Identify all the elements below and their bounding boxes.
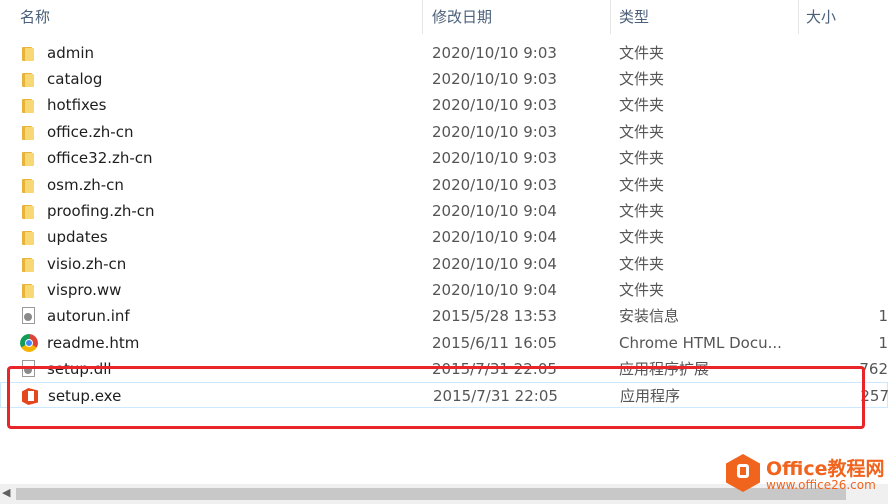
file-date: 2015/5/28 13:53 — [432, 307, 557, 325]
folder-icon — [20, 123, 38, 141]
folder-icon — [20, 202, 38, 220]
file-date: 2020/10/10 9:03 — [432, 149, 557, 167]
file-type: 文件夹 — [619, 202, 665, 220]
column-header-type[interactable]: 类型 — [619, 0, 649, 34]
file-row[interactable]: office32.zh-cn 2020/10/10 9:03 文件夹 — [0, 145, 888, 171]
file-name: catalog — [47, 70, 103, 88]
column-header-name[interactable]: 名称 — [20, 0, 50, 34]
folder-icon — [20, 228, 38, 246]
folder-icon — [20, 149, 38, 167]
file-type: 安装信息 — [619, 307, 680, 325]
red-annotation-box — [7, 366, 865, 429]
office-logo-mark — [737, 464, 749, 478]
column-header-size[interactable]: 大小 — [806, 0, 836, 34]
file-name: vispro.ww — [47, 281, 122, 299]
folder-icon — [20, 70, 38, 88]
file-date: 2015/6/11 16:05 — [432, 334, 557, 352]
file-name: autorun.inf — [47, 307, 130, 325]
file-row[interactable]: visio.zh-cn 2020/10/10 9:04 文件夹 — [0, 251, 888, 277]
file-row[interactable]: office.zh-cn 2020/10/10 9:03 文件夹 — [0, 119, 888, 145]
file-name: updates — [47, 228, 108, 246]
file-type: 文件夹 — [619, 228, 665, 246]
file-name: readme.htm — [47, 334, 140, 352]
file-name: visio.zh-cn — [47, 255, 127, 273]
file-type: 文件夹 — [619, 281, 665, 299]
file-name: admin — [47, 44, 94, 62]
folder-icon — [20, 255, 38, 273]
file-type: 文件夹 — [619, 96, 665, 114]
column-divider[interactable] — [610, 0, 611, 34]
watermark-title: Office教程网 — [766, 458, 885, 480]
scroll-left-icon[interactable]: ◀ — [2, 486, 10, 499]
column-header-modified[interactable]: 修改日期 — [432, 0, 492, 34]
file-date: 2020/10/10 9:04 — [432, 255, 557, 273]
folder-icon — [20, 176, 38, 194]
file-row[interactable]: vispro.ww 2020/10/10 9:04 文件夹 — [0, 277, 888, 303]
file-name: osm.zh-cn — [47, 176, 124, 194]
file-type: 文件夹 — [619, 176, 665, 194]
file-name: proofing.zh-cn — [47, 202, 155, 220]
watermark: Office教程网 www.office26.com — [722, 452, 888, 496]
settings-file-icon — [20, 307, 38, 325]
folder-icon — [20, 96, 38, 114]
file-row[interactable]: catalog 2020/10/10 9:03 文件夹 — [0, 66, 888, 92]
folder-icon — [20, 44, 38, 62]
file-date: 2020/10/10 9:04 — [432, 281, 557, 299]
sort-ascending-icon: ^ — [210, 0, 222, 10]
file-row[interactable]: proofing.zh-cn 2020/10/10 9:04 文件夹 — [0, 198, 888, 224]
file-type: Chrome HTML Docu... — [619, 334, 782, 352]
column-divider[interactable] — [422, 0, 423, 34]
file-date: 2020/10/10 9:03 — [432, 123, 557, 141]
file-name: office.zh-cn — [47, 123, 134, 141]
file-date: 2020/10/10 9:03 — [432, 96, 557, 114]
column-header-bar: ^ 名称 修改日期 类型 大小 — [0, 0, 888, 34]
file-date: 2020/10/10 9:04 — [432, 228, 557, 246]
file-name: hotfixes — [47, 96, 107, 114]
watermark-url: www.office26.com — [766, 478, 876, 492]
file-row[interactable]: osm.zh-cn 2020/10/10 9:03 文件夹 — [0, 172, 888, 198]
file-row[interactable]: hotfixes 2020/10/10 9:03 文件夹 — [0, 92, 888, 118]
file-date: 2020/10/10 9:03 — [432, 70, 557, 88]
file-name: office32.zh-cn — [47, 149, 153, 167]
file-type: 文件夹 — [619, 44, 665, 62]
file-row[interactable]: updates 2020/10/10 9:04 文件夹 — [0, 224, 888, 250]
column-divider[interactable] — [798, 0, 799, 34]
file-size: 1 — [878, 307, 888, 325]
file-date: 2020/10/10 9:03 — [432, 44, 557, 62]
file-type: 文件夹 — [619, 123, 665, 141]
file-type: 文件夹 — [619, 70, 665, 88]
file-type: 文件夹 — [619, 149, 665, 167]
file-row[interactable]: readme.htm 2015/6/11 16:05 Chrome HTML D… — [0, 330, 888, 356]
file-row[interactable]: admin 2020/10/10 9:03 文件夹 — [0, 40, 888, 66]
file-date: 2020/10/10 9:03 — [432, 176, 557, 194]
folder-icon — [20, 281, 38, 299]
file-row[interactable]: autorun.inf 2015/5/28 13:53 安装信息 1 — [0, 303, 888, 329]
file-size: 1 — [878, 334, 888, 352]
file-date: 2020/10/10 9:04 — [432, 202, 557, 220]
chrome-icon — [20, 334, 38, 352]
file-type: 文件夹 — [619, 255, 665, 273]
